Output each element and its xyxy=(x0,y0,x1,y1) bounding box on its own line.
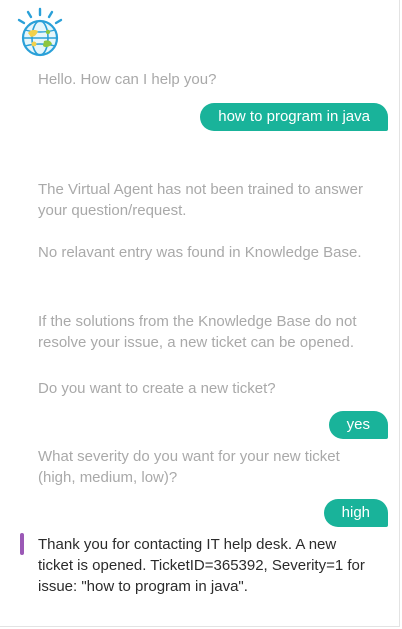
bot-message-not-trained: The Virtual Agent has not been trained t… xyxy=(38,181,363,219)
user-message-yes: yes xyxy=(328,411,388,439)
bot-message-no-entry: No relavant entry was found in Knowledge… xyxy=(38,244,362,261)
globe-logo-icon xyxy=(17,7,63,57)
bot-greeting: Hello. How can I help you? xyxy=(38,71,217,88)
bot-message-severity-question: What severity do you want for your new t… xyxy=(38,448,340,486)
user-message-high: high xyxy=(323,499,388,527)
bot-message-solutions-note: If the solutions from the Knowledge Base… xyxy=(38,313,357,351)
bot-message-create-ticket-question: Do you want to create a new ticket? xyxy=(38,380,276,397)
latest-message-indicator xyxy=(20,533,24,555)
user-message-query: how to program in java xyxy=(200,103,388,131)
bot-message-confirmation: Thank you for contacting IT help desk. A… xyxy=(38,536,365,595)
